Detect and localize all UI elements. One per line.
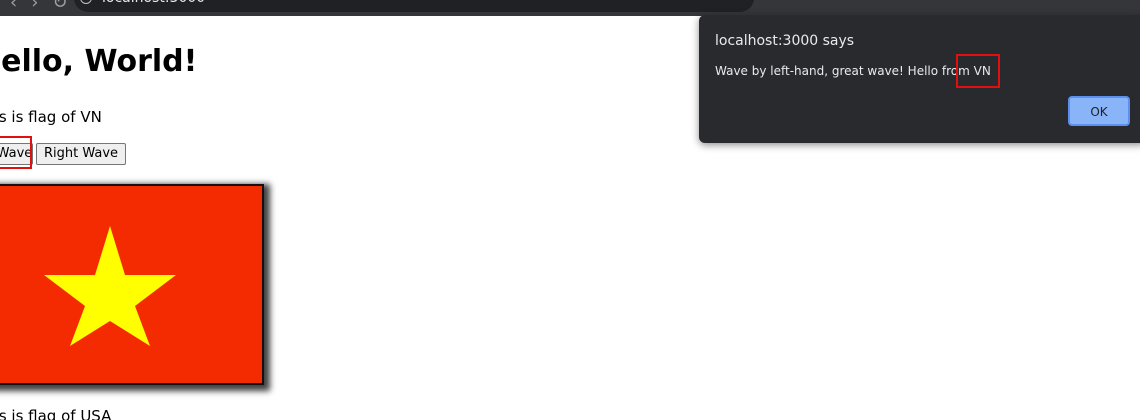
dialog-origin-text: localhost:3000 says <box>715 33 855 49</box>
address-bar[interactable]: i localhost:3000 <box>74 0 754 12</box>
flag-usa-caption: This is flag of USA <box>0 407 112 420</box>
info-icon[interactable]: i <box>80 0 92 4</box>
address-bar-url: localhost:3000 <box>102 0 205 8</box>
dialog-message: Wave by left-hand, great wave! Hello fro… <box>715 64 991 78</box>
left-wave-button[interactable]: Left Wave <box>0 143 33 165</box>
navigation-buttons: ‹ › ↻ <box>10 0 68 12</box>
ok-button[interactable]: OK <box>1068 96 1130 126</box>
screen: ‹ › ↻ i localhost:3000 Hello, World! Thi… <box>0 0 1140 420</box>
right-wave-button[interactable]: Right Wave <box>36 143 127 165</box>
browser-toolbar: ‹ › ↻ i localhost:3000 <box>0 0 1140 16</box>
page-title: Hello, World! <box>0 44 198 79</box>
alert-dialog: localhost:3000 says Wave by left-hand, g… <box>699 15 1140 143</box>
back-arrow-icon[interactable]: ‹ <box>10 0 17 12</box>
reload-icon[interactable]: ↻ <box>52 0 67 12</box>
star-icon <box>44 226 176 346</box>
forward-arrow-icon[interactable]: › <box>31 0 38 12</box>
flag-vn-caption: This is flag of VN <box>0 108 102 126</box>
vietnam-flag-image <box>0 184 264 385</box>
